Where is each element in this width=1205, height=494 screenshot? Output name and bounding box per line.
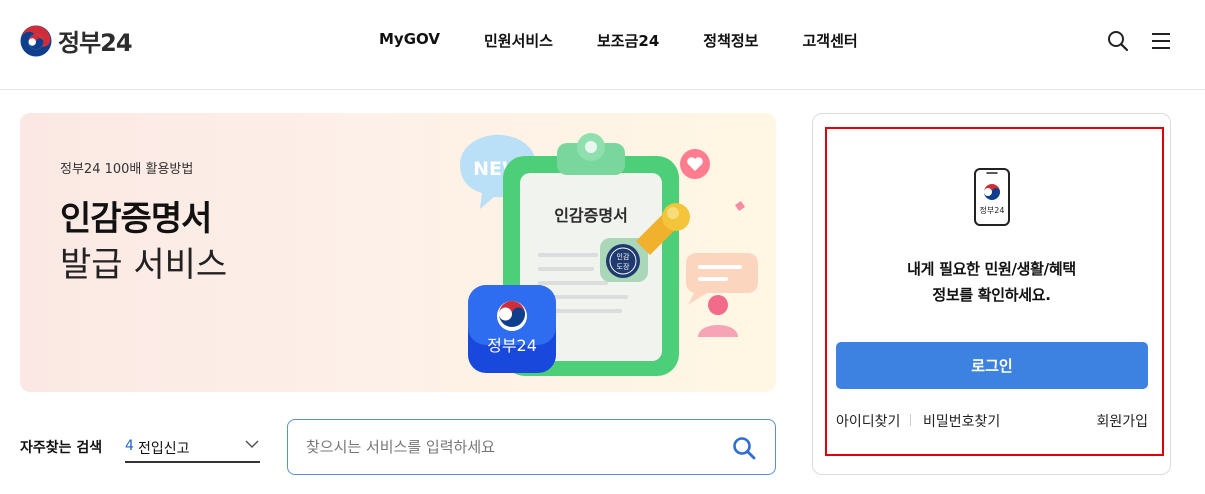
search-submit-icon[interactable] [731,435,757,461]
promo-banner[interactable]: 정부24 100배 활용방법 인감증명서 발급 서비스 NEW 인감증명서 인감… [20,113,776,392]
chevron-down-icon [245,440,259,449]
login-message-line-1: 내게 필요한 민원/생활/혜택 [907,260,1076,278]
person-icon [698,295,738,337]
search-icon[interactable] [1106,29,1130,53]
heart-bubble-icon [680,149,710,179]
login-message-line-2: 정보를 확인하세요. [932,286,1051,304]
taegeuk-emblem-icon [20,25,52,56]
main-nav: MyGOV 민원서비스 보조금24 정책정보 고객센터 [357,28,880,53]
banner-subtitle: 정부24 100배 활용방법 [60,162,194,177]
hamburger-menu-icon[interactable] [1149,29,1173,53]
nav-mygov[interactable]: MyGOV [357,28,462,53]
nav-customer-center[interactable]: 고객센터 [780,28,879,53]
nav-subsidy24[interactable]: 보조금24 [575,28,681,53]
frequent-search-select[interactable]: 4 전입신고 [125,430,260,463]
banner-title-secondary: 발급 서비스 [60,245,228,285]
nav-policy-info[interactable]: 정책정보 [681,28,780,53]
find-password-link[interactable]: 비밀번호찾기 [923,411,1000,431]
frequent-search-rank: 4 [125,438,134,454]
sparkle-icon [735,201,745,211]
banner-illustration: NEW 인감증명서 인감 도장 정부24 [460,133,758,376]
login-button[interactable]: 로그인 [836,342,1148,389]
app-icon-text: 정부24 [487,336,537,355]
phone-label: 정부24 [980,205,1005,215]
link-divider [910,414,911,426]
clipboard-title: 인감증명서 [554,206,628,225]
header: 정부24 MyGOV 민원서비스 보조금24 정책정보 고객센터 [0,0,1205,90]
phone-gov24-icon: 정부24 [974,168,1010,226]
banner-title: 인감증명서 [60,199,212,239]
nav-civil-services[interactable]: 민원서비스 [462,28,575,53]
gov24-logo[interactable]: 정부24 [20,23,133,58]
stamp-text-2: 도장 [617,262,630,271]
sign-up-link[interactable]: 회원가입 [1096,411,1148,431]
service-search-box [287,419,776,475]
login-message: 내게 필요한 민원/생활/혜택 정보를 확인하세요. [812,256,1171,308]
logo-text: 정부24 [58,29,133,57]
frequent-search-label: 자주찾는 검색 [20,440,103,456]
service-search-input[interactable] [306,420,726,474]
stamp-text-1: 인감 [617,252,630,261]
account-links: 아이디찾기 비밀번호찾기 회원가입 [836,411,1148,431]
frequent-search-term: 전입신고 [138,441,190,457]
gov24-app-icon: 정부24 [468,285,556,373]
find-id-link[interactable]: 아이디찾기 [836,411,900,431]
